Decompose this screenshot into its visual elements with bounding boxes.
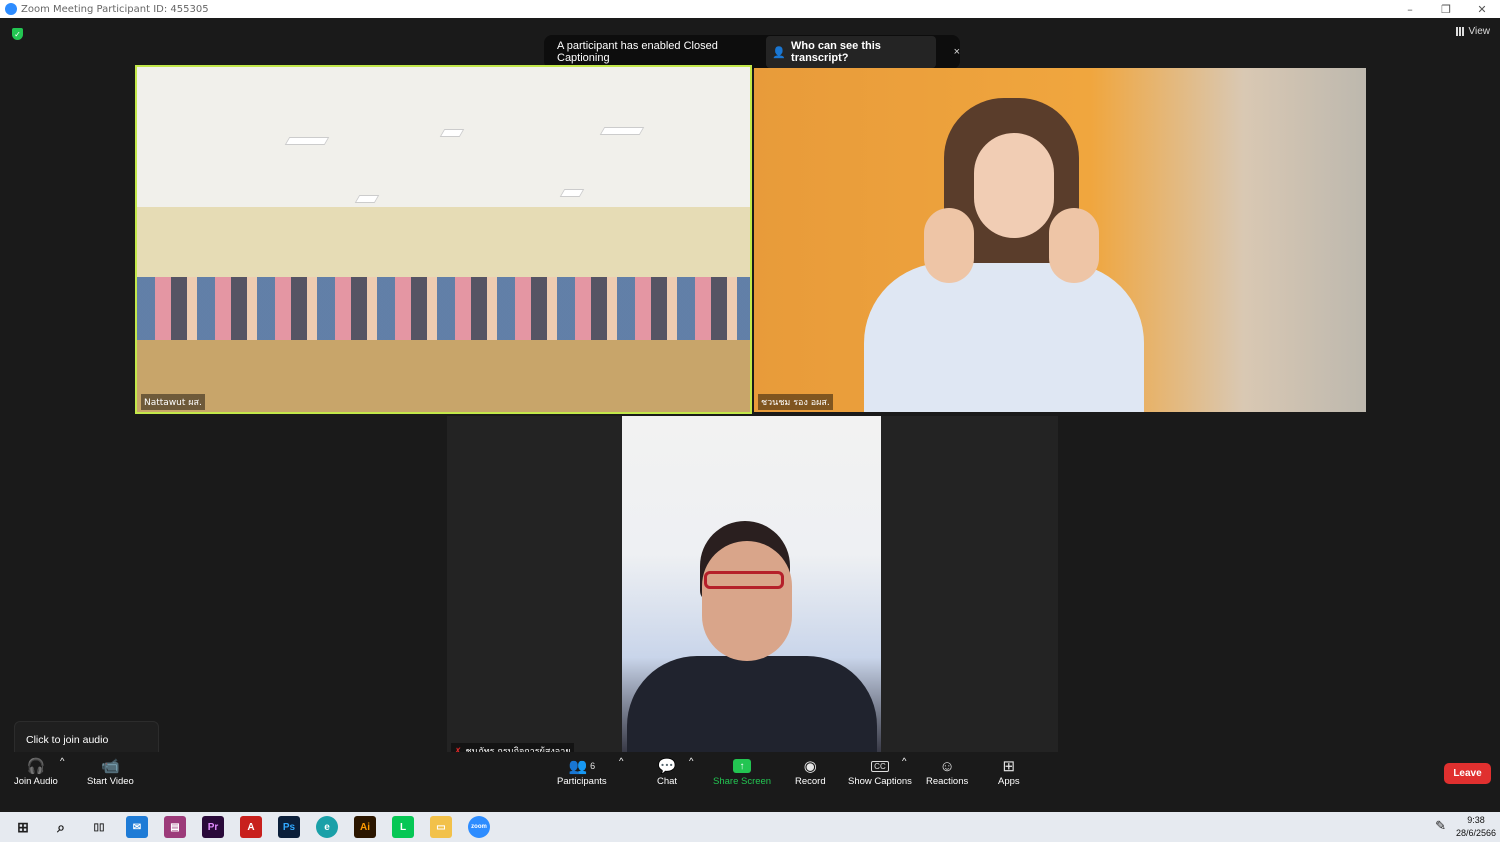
- record-label: Record: [795, 776, 826, 787]
- pen-icon[interactable]: ✎: [1435, 818, 1446, 834]
- record-icon: ◉: [803, 758, 817, 775]
- chat-label: Chat: [657, 776, 678, 787]
- show-captions-label: Show Captions: [848, 776, 912, 787]
- participants-label: Participants: [557, 776, 607, 787]
- audio-options-chevron-icon[interactable]: ^: [60, 756, 64, 767]
- join-audio-button[interactable]: 🎧 Join Audio: [14, 756, 58, 787]
- ceiling-light: [599, 127, 645, 135]
- participants-chevron-icon[interactable]: ^: [619, 756, 623, 767]
- meeting-toolbar: 🎧 Join Audio ^ 📹 Start Video 👥 6 Partici…: [0, 752, 1500, 794]
- participant-video: [864, 88, 1144, 412]
- chat-button[interactable]: 💬 Chat: [657, 756, 677, 787]
- video-face: [974, 133, 1054, 238]
- zoom-icon[interactable]: zoom: [468, 816, 490, 838]
- apps-icon: ⊞: [1002, 758, 1016, 775]
- share-screen-button[interactable]: ↑ Share Screen: [713, 756, 771, 787]
- close-window-button[interactable]: ✕: [1464, 0, 1500, 18]
- zoom-logo-icon: [5, 3, 17, 15]
- video-tile-participant-2[interactable]: ชวนชม รอง อผส.: [754, 68, 1366, 412]
- share-screen-icon: ↑: [733, 756, 752, 776]
- title-bar: Zoom Meeting Participant ID: 455305 – ❐ …: [0, 0, 1500, 18]
- caption-message: A participant has enabled Closed Caption…: [557, 40, 718, 64]
- clock-date: 28/6/2566: [1455, 828, 1496, 838]
- restore-button[interactable]: ❐: [1428, 0, 1464, 18]
- photoshop-icon[interactable]: Ps: [278, 816, 300, 838]
- captions-chevron-icon[interactable]: ^: [902, 756, 906, 767]
- clock-time: 9:38: [1467, 815, 1485, 825]
- participants-icon: 👥 6: [568, 758, 596, 775]
- window-title: Zoom Meeting Participant ID: 455305: [21, 3, 209, 15]
- ceiling-light: [284, 137, 330, 145]
- video-hand: [1049, 208, 1099, 283]
- line-icon[interactable]: L: [392, 816, 414, 838]
- leave-button[interactable]: Leave: [1444, 763, 1491, 784]
- video-ceiling: [137, 67, 750, 217]
- record-button[interactable]: ◉ Record: [795, 756, 826, 787]
- grid-icon: [1455, 27, 1465, 36]
- winrar-icon[interactable]: ▤: [164, 816, 186, 838]
- join-audio-label: Join Audio: [14, 776, 58, 787]
- acrobat-icon[interactable]: A: [240, 816, 262, 838]
- video-desks: [137, 340, 750, 412]
- chat-icon: 💬: [657, 758, 677, 775]
- premiere-icon[interactable]: Pr: [202, 816, 224, 838]
- video-body: [627, 656, 877, 761]
- system-clock[interactable]: 9:38 28/6/2566: [1456, 814, 1496, 840]
- reactions-button[interactable]: ☺ Reactions: [926, 756, 969, 788]
- video-audience: [137, 277, 750, 347]
- cc-icon: CC: [871, 756, 889, 776]
- meeting-stage: ✓ View A participant has enabled Closed …: [0, 18, 1500, 812]
- view-button[interactable]: View: [1455, 26, 1491, 37]
- participants-count: 6: [590, 761, 596, 771]
- video-hand: [924, 208, 974, 283]
- view-button-label: View: [1468, 26, 1491, 37]
- participants-button[interactable]: 👥 6 Participants: [557, 756, 607, 787]
- caption-notification-banner: A participant has enabled Closed Caption…: [544, 35, 960, 69]
- encryption-shield-icon[interactable]: ✓: [12, 28, 23, 40]
- video-tile-classroom[interactable]: Nattawut ผส.: [135, 65, 752, 414]
- participant-name-label: ชวนชม รอง อผส.: [758, 394, 833, 410]
- windows-start-icon[interactable]: ⊞: [12, 816, 34, 838]
- banner-close-button[interactable]: ×: [954, 46, 960, 58]
- windows-taskbar: ⊞ ⌕ ▯▯ ✉ ▤ Pr A Ps e Ai L ▭ zoom: [0, 812, 1500, 842]
- file-explorer-icon[interactable]: ▭: [430, 816, 452, 838]
- video-off-icon: 📹: [101, 758, 120, 775]
- participant-name-label: Nattawut ผส.: [141, 394, 205, 410]
- search-icon[interactable]: ⌕: [50, 816, 72, 838]
- apps-label: Apps: [998, 776, 1020, 787]
- share-screen-label: Share Screen: [713, 776, 772, 787]
- video-tile-participant-3[interactable]: ✗ชนภัทร กรมกิจการผู้สูงอายุ: [447, 416, 1058, 761]
- video-face: [702, 541, 792, 661]
- start-video-label: Start Video: [87, 776, 134, 787]
- person-icon: 👤: [772, 46, 787, 59]
- who-can-see-label: Who can see this transcript?: [791, 40, 881, 64]
- chat-chevron-icon[interactable]: ^: [689, 756, 693, 767]
- headphones-icon: 🎧: [26, 758, 46, 775]
- illustrator-icon[interactable]: Ai: [354, 816, 376, 838]
- apps-button[interactable]: ⊞ Apps: [998, 756, 1020, 787]
- start-video-button[interactable]: 📹 Start Video: [87, 756, 134, 787]
- mail-icon[interactable]: ✉: [126, 816, 148, 838]
- who-can-see-transcript-button[interactable]: 👤 Who can see this transcript?: [766, 36, 936, 68]
- participant-video: [622, 416, 881, 761]
- reactions-label: Reactions: [926, 776, 969, 787]
- edge-icon[interactable]: e: [316, 816, 338, 838]
- video-glasses: [704, 571, 784, 589]
- smiley-plus-icon: ☺: [939, 757, 955, 775]
- minimize-button[interactable]: –: [1392, 0, 1428, 18]
- task-view-icon[interactable]: ▯▯: [88, 816, 110, 838]
- video-shirt: [864, 263, 1144, 412]
